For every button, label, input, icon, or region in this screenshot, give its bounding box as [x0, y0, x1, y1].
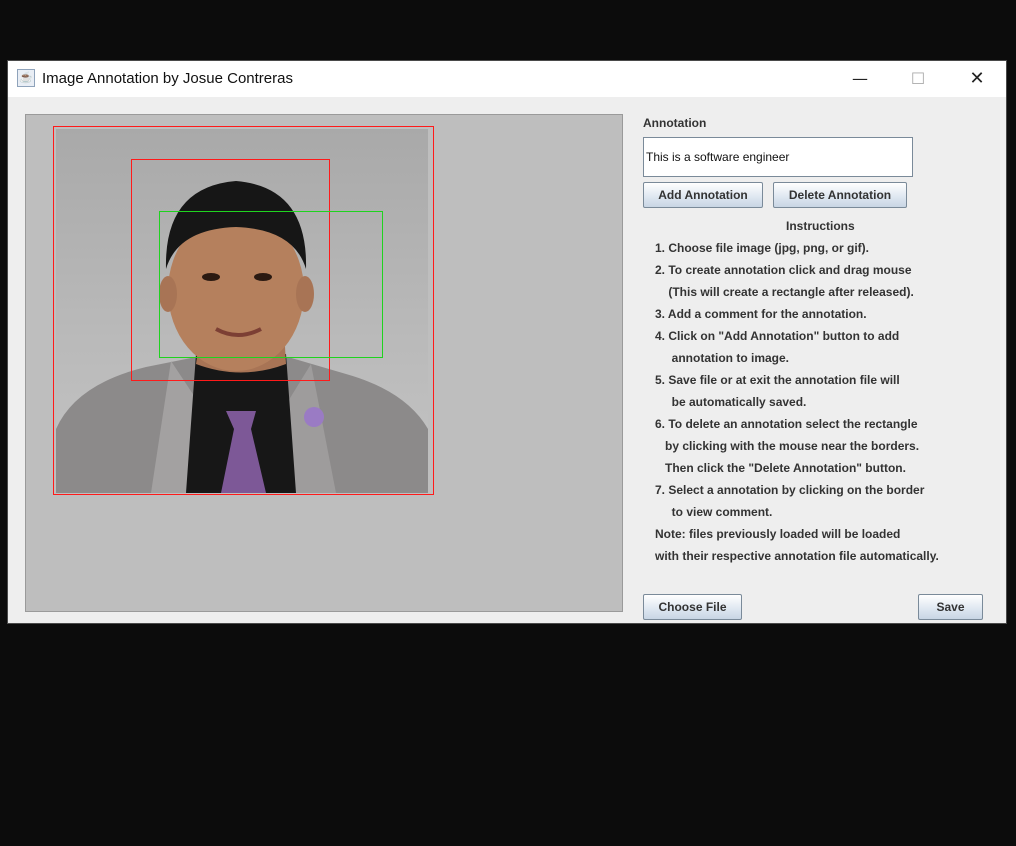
instruction-line: 7. Select a annotation by clicking on th…: [655, 483, 925, 497]
instruction-line: annotation to image.: [655, 351, 790, 365]
minimize-icon[interactable]: —: [837, 61, 883, 97]
instruction-line: 4. Click on "Add Annotation" button to a…: [655, 329, 900, 343]
close-icon[interactable]: ✕: [954, 61, 1000, 97]
instruction-line: 3. Add a comment for the annotation.: [655, 307, 867, 321]
instructions-title: Instructions: [786, 219, 855, 233]
instruction-line: by clicking with the mouse near the bord…: [655, 439, 920, 453]
image-canvas[interactable]: [25, 114, 623, 612]
instruction-line: 1. Choose file image (jpg, png, or gif).: [655, 241, 870, 255]
instruction-line: (This will create a rectangle after rele…: [655, 285, 914, 299]
instruction-line: 2. To create annotation click and drag m…: [655, 263, 912, 277]
java-cup-icon: ☕: [17, 69, 35, 87]
instruction-line: Then click the "Delete Annotation" butto…: [655, 461, 906, 475]
app-window: ☕ Image Annotation by Josue Contreras — …: [7, 60, 1007, 624]
instruction-line: 5. Save file or at exit the annotation f…: [655, 373, 900, 387]
annotation-rectangle-selected[interactable]: [159, 211, 383, 358]
choose-file-button[interactable]: Choose File: [643, 594, 742, 620]
instruction-line: be automatically saved.: [655, 395, 807, 409]
delete-annotation-button[interactable]: Delete Annotation: [773, 182, 907, 208]
instruction-line: 6. To delete an annotation select the re…: [655, 417, 918, 431]
window-title: Image Annotation by Josue Contreras: [42, 70, 293, 87]
instruction-line: Note: files previously loaded will be lo…: [655, 527, 901, 541]
maximize-icon[interactable]: ☐: [895, 61, 941, 97]
annotation-label: Annotation: [643, 116, 707, 130]
instruction-line: to view comment.: [655, 505, 773, 519]
annotation-text-field[interactable]: [643, 137, 913, 177]
save-button[interactable]: Save: [918, 594, 983, 620]
title-bar[interactable]: ☕ Image Annotation by Josue Contreras — …: [8, 61, 1006, 97]
add-annotation-button[interactable]: Add Annotation: [643, 182, 763, 208]
instruction-line: with their respective annotation file au…: [655, 549, 939, 563]
